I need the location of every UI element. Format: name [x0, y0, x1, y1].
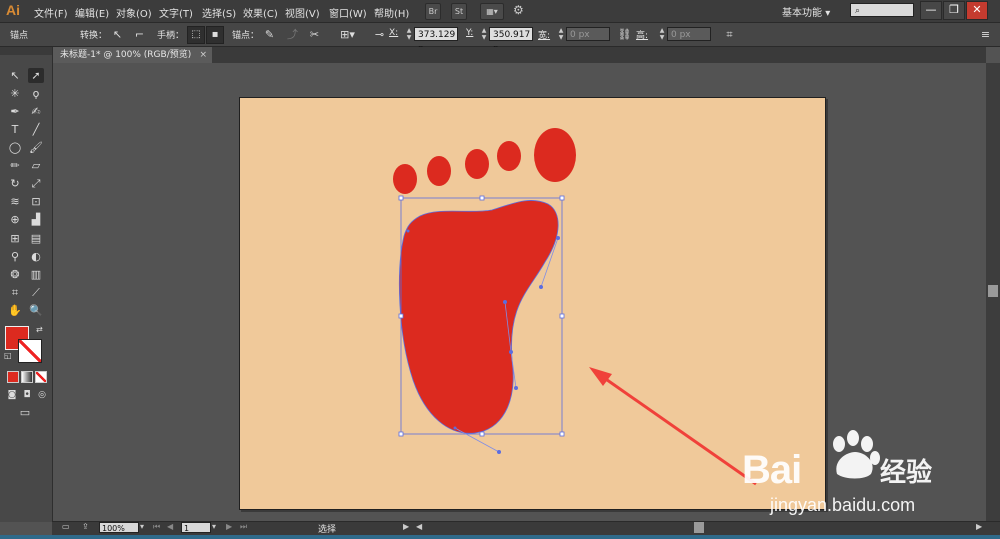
scroll-right-icon[interactable]: ▶ — [976, 522, 982, 531]
zoom-field[interactable]: 100% — [99, 522, 139, 533]
artboard-number-field[interactable]: 1 — [181, 522, 211, 533]
horizontal-scroll-thumb[interactable] — [694, 522, 704, 533]
toe-shape[interactable] — [497, 141, 521, 171]
zoom-dropdown-icon[interactable]: ▾ — [140, 522, 144, 531]
previous-artboard-icon[interactable]: ◀ — [167, 522, 173, 531]
watermark-suffix-text: 经验 — [880, 457, 933, 487]
foot-sole-shape[interactable] — [398, 200, 559, 434]
artboard-nav-icon[interactable]: ▭ — [62, 522, 70, 531]
current-tool-status[interactable]: 选择 — [318, 522, 336, 535]
artboard-dropdown-icon[interactable]: ▾ — [212, 522, 216, 531]
annotation-arrowhead — [589, 367, 612, 386]
big-toe-shape[interactable] — [534, 128, 576, 182]
toe-shape[interactable] — [465, 149, 489, 179]
annotation-arrow — [599, 373, 757, 486]
vertical-scroll-thumb[interactable] — [988, 285, 998, 297]
status-menu-icon[interactable]: ▶ — [403, 522, 409, 531]
first-artboard-icon[interactable]: ⏮ — [153, 522, 160, 532]
baidu-paw-logo — [833, 430, 880, 479]
watermark-url-text: jingyan.baidu.com — [770, 495, 916, 515]
watermark-logo-text: Bai — [742, 448, 802, 492]
next-artboard-icon[interactable]: ▶ — [226, 522, 232, 531]
last-artboard-icon[interactable]: ⏭ — [240, 522, 247, 532]
os-taskbar — [0, 535, 1000, 539]
toe-shape[interactable] — [393, 164, 417, 194]
scroll-left-icon[interactable]: ◀ — [416, 522, 422, 531]
toe-shape[interactable] — [427, 156, 451, 186]
export-icon[interactable]: ⇪ — [82, 522, 89, 531]
